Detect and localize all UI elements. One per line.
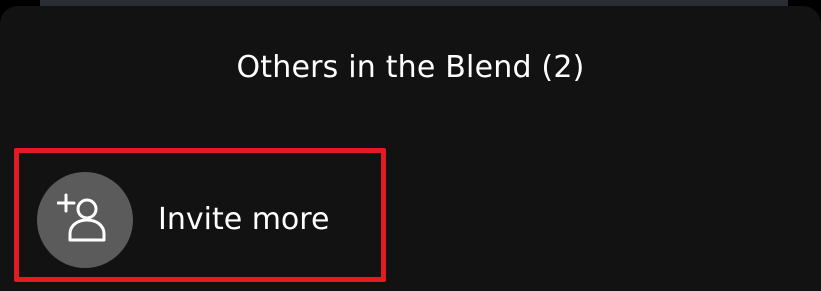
invite-more-label: Invite more [158, 202, 330, 237]
add-person-icon [57, 193, 106, 242]
sheet-title: Others in the Blend (2) [236, 50, 585, 85]
invite-avatar [37, 172, 133, 268]
invite-more-button[interactable]: Invite more [14, 148, 386, 282]
blend-members-sheet: Others in the Blend (2) Invite more [0, 6, 821, 291]
